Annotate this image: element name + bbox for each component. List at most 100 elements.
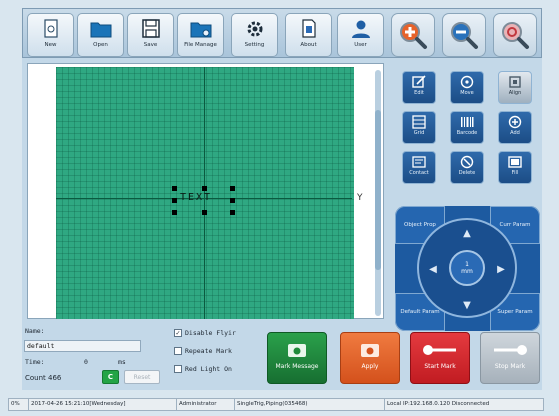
mark-info-panel: Name: default Time: 0 ms Count 466 C Res… <box>22 323 172 390</box>
move-left-button[interactable]: ◀ <box>420 258 446 280</box>
selection-handle[interactable] <box>230 186 235 191</box>
disable-flyir-checkbox[interactable]: ✓ Disable Flyir <box>174 329 236 337</box>
new-button-label: New <box>44 42 57 48</box>
arrow-right-icon: ▶ <box>497 263 505 275</box>
save-button[interactable]: Save <box>127 13 174 57</box>
add-button-label: Add <box>510 130 520 136</box>
step-size-button[interactable]: 1 mm <box>449 250 485 286</box>
canvas-scrollbar[interactable] <box>375 70 381 316</box>
fill-button-label: Fill <box>511 170 519 176</box>
status-bar: 0% 2017-04-26 15:21:10[Wednesday] Admini… <box>8 398 544 411</box>
repeate-mark-label: Repeate Mark <box>185 347 232 355</box>
new-button[interactable]: New <box>27 13 74 57</box>
move-button-label: Move <box>460 90 474 96</box>
mark-message-button[interactable]: Mark Message <box>267 332 327 384</box>
axis-arrow-label: Y <box>357 193 363 203</box>
selection-handle[interactable] <box>230 210 235 215</box>
apply-button[interactable]: Apply <box>340 332 400 384</box>
arrow-down-icon: ▼ <box>463 299 471 311</box>
barcode-button[interactable]: Barcode <box>450 111 484 144</box>
edit-icon <box>412 75 426 88</box>
move-icon <box>460 75 474 89</box>
zoom-out-button[interactable] <box>442 13 486 57</box>
gear-icon <box>247 21 262 37</box>
align-button-label: Align <box>508 90 522 96</box>
stop-mark-icon <box>494 345 527 355</box>
grid-button[interactable]: Grid <box>402 111 436 144</box>
mark-text-object[interactable]: TEXT <box>180 193 212 203</box>
move-button[interactable]: Move <box>450 71 484 104</box>
selection-handle[interactable] <box>172 186 177 191</box>
start-mark-button[interactable]: Start Mark <box>410 332 470 384</box>
zoom-in-button[interactable] <box>391 13 435 57</box>
red-light-checkbox[interactable]: Red Light On <box>174 365 232 373</box>
name-field[interactable]: default <box>24 340 141 352</box>
selection-handle[interactable] <box>202 210 207 215</box>
status-network: Local IP:192.168.0.120 Disconnected <box>387 401 490 407</box>
move-up-button[interactable]: ▲ <box>454 222 480 244</box>
selection-handle[interactable] <box>172 198 177 203</box>
count-label: Count 466 <box>25 374 62 382</box>
new-file-icon <box>43 19 58 38</box>
zoom-reset-icon <box>502 22 529 49</box>
canvas-scrollbar-thumb[interactable] <box>375 110 381 270</box>
step-size-unit: mm <box>461 268 473 275</box>
selection-handle[interactable] <box>172 210 177 215</box>
status-user: Administrator <box>177 399 235 410</box>
zoom-reset-button[interactable] <box>493 13 537 57</box>
stop-mark-label: Stop Mark <box>494 363 526 370</box>
mark-options: ✓ Disable Flyir Repeate Mark Red Light O… <box>172 326 267 386</box>
file-manage-button[interactable]: File Manage <box>177 13 224 57</box>
main-toolbar: New Open Save File Manage Setting About … <box>22 8 542 58</box>
time-unit: ms <box>118 358 126 366</box>
contact-icon <box>412 156 426 168</box>
arrow-left-icon: ◀ <box>429 263 437 275</box>
open-button[interactable]: Open <box>77 13 124 57</box>
file-manage-button-label: File Manage <box>184 42 217 48</box>
status-mode: SingleTrig,Piping(035468) <box>235 399 385 410</box>
contact-button[interactable]: Contact <box>402 151 436 184</box>
curr-param-label: Curr Param <box>499 222 531 228</box>
add-icon <box>508 115 522 129</box>
stop-mark-button[interactable]: Stop Mark <box>480 332 540 384</box>
setting-button[interactable]: Setting <box>231 13 278 57</box>
delete-button[interactable]: Delete <box>450 151 484 184</box>
barcode-button-label: Barcode <box>456 130 478 136</box>
disable-flyir-label: Disable Flyir <box>185 329 236 337</box>
delete-button-label: Delete <box>458 170 476 176</box>
move-right-button[interactable]: ▶ <box>488 258 514 280</box>
mark-message-icon <box>288 344 306 357</box>
selection-handle[interactable] <box>202 186 207 191</box>
clear-count-button[interactable]: C <box>102 370 119 384</box>
about-button[interactable]: About <box>285 13 332 57</box>
apply-icon <box>361 344 379 357</box>
move-down-button[interactable]: ▼ <box>454 294 480 316</box>
repeate-mark-checkbox[interactable]: Repeate Mark <box>174 347 232 355</box>
contact-button-label: Contact <box>409 170 429 176</box>
main-area: TEXT Y Edit Move Align Grid Barcode Add … <box>22 58 542 390</box>
red-light-label: Red Light On <box>185 365 232 373</box>
design-canvas[interactable]: TEXT <box>56 67 354 319</box>
floppy-icon <box>141 19 160 38</box>
delete-icon <box>460 155 474 169</box>
align-button[interactable]: Align <box>498 71 532 104</box>
fill-button[interactable]: Fill <box>498 151 532 184</box>
time-value: 0 <box>84 358 88 366</box>
edit-button[interactable]: Edit <box>402 71 436 104</box>
checkbox-unchecked <box>174 365 182 373</box>
default-param-label: Default Param <box>400 309 440 315</box>
selection-handle[interactable] <box>230 198 235 203</box>
name-label: Name: <box>25 327 45 335</box>
zoom-in-icon <box>400 22 427 49</box>
reset-button[interactable]: Reset <box>124 370 160 384</box>
setting-button-label: Setting <box>244 42 265 48</box>
document-icon <box>301 19 316 38</box>
mark-message-label: Mark Message <box>275 363 319 370</box>
tool-panel: Edit Move Align Grid Barcode Add Contact… <box>390 63 540 333</box>
direction-pad: Object Prop Curr Param Default Param Sup… <box>395 206 540 331</box>
super-param-label: Super Param <box>497 309 533 315</box>
add-button[interactable]: Add <box>498 111 532 144</box>
canvas-frame: TEXT Y <box>27 63 384 319</box>
user-icon <box>351 20 370 38</box>
user-button[interactable]: User <box>337 13 384 57</box>
